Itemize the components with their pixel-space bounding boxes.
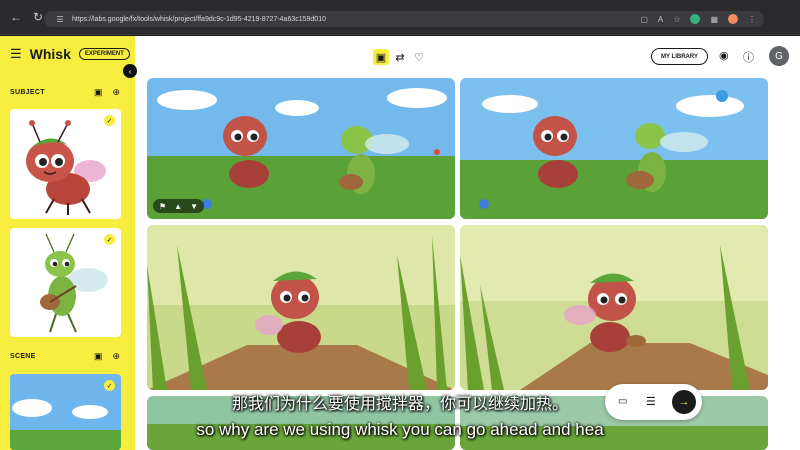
image-actions-bar: ⚑ ▲ ▼ (153, 199, 205, 213)
bookmark-star-icon[interactable]: ☆ (673, 15, 680, 24)
extensions-puzzle-icon[interactable]: ▦ (710, 15, 718, 24)
selected-check-icon[interactable]: ✓ (104, 234, 115, 245)
image-icon[interactable]: ▣ (373, 49, 389, 65)
image-upload-icon[interactable]: ▣ (94, 87, 103, 98)
add-subject-icon[interactable]: ⊕ (112, 87, 120, 98)
help-icon[interactable]: ⓘ (743, 49, 754, 65)
more-menu-icon[interactable]: ⋮ (748, 15, 756, 24)
thumbs-down-icon[interactable]: ▼ (190, 202, 198, 211)
user-avatar[interactable]: G (769, 46, 789, 66)
brand: ☰ Whisk EXPERIMENT (10, 46, 130, 62)
menu-icon[interactable]: ☰ (10, 46, 22, 62)
thumbs-up-icon[interactable]: ▲ (174, 202, 182, 211)
selected-check-icon[interactable]: ✓ (104, 115, 115, 126)
result-image-1[interactable]: ⚑ ▲ ▼ (147, 78, 455, 219)
ant-and-grasshopper-meadow-image (147, 78, 455, 219)
ant-on-grass-path-image (460, 225, 768, 390)
add-scene-icon[interactable]: ⊕ (112, 351, 120, 362)
sidebar: ☰ Whisk EXPERIMENT SUBJECT ▣ ⊕ ✓ ✓ SCENE… (0, 36, 135, 450)
result-image-2[interactable] (460, 78, 768, 219)
result-image-4[interactable] (460, 225, 768, 390)
image-upload-icon[interactable]: ▣ (94, 351, 103, 362)
scene-title: SCENE (10, 353, 36, 360)
subject-card-grasshopper[interactable]: ✓ (10, 228, 121, 337)
site-info-icon[interactable]: ☰ (52, 11, 68, 27)
subject-title: SUBJECT (10, 89, 45, 96)
subject-section-header: SUBJECT ▣ ⊕ (10, 87, 120, 98)
ant-on-grass-path-image (147, 225, 455, 390)
ant-character-image (10, 109, 121, 219)
ant-and-grasshopper-meadow-image (460, 78, 768, 219)
profile-avatar[interactable] (728, 14, 738, 24)
app-name: Whisk (29, 46, 71, 62)
extension-icon[interactable] (690, 14, 701, 24)
english-subtitle: so why are we using whisk you can go ahe… (196, 420, 604, 439)
discord-icon[interactable]: ◉ (719, 49, 729, 62)
top-toolbar: ▣ ⇄ ♡ MY LIBRARY ◉ ⓘ G (135, 36, 800, 78)
scene-section-header: SCENE ▣ ⊕ (10, 351, 120, 362)
result-image-3[interactable] (147, 225, 455, 390)
remix-icon[interactable]: ⇄ (392, 49, 408, 65)
cast-icon[interactable]: ▢ (640, 15, 648, 24)
whisk-app: ☰ Whisk EXPERIMENT SUBJECT ▣ ⊕ ✓ ✓ SCENE… (0, 36, 800, 450)
chinese-subtitle: 那我们为什么要使用搅拌器，你可以继续加热。 (231, 396, 568, 413)
browser-toolbar: ← ↻ ☰ https://labs.google/fx/tools/whisk… (0, 0, 800, 35)
flag-icon[interactable]: ⚑ (159, 202, 166, 211)
experiment-badge: EXPERIMENT (78, 48, 130, 60)
grasshopper-character-image (10, 228, 121, 337)
back-icon[interactable]: ← (8, 9, 24, 25)
my-library-button[interactable]: MY LIBRARY (651, 48, 709, 65)
subject-card-ant[interactable]: ✓ (10, 109, 121, 219)
collapse-sidebar-button[interactable]: ‹ (123, 64, 137, 78)
reader-mode-icon[interactable]: A (658, 15, 663, 24)
favorite-heart-icon[interactable]: ♡ (411, 49, 427, 65)
url-text: https://labs.google/fx/tools/whisk/proje… (72, 15, 326, 23)
address-bar[interactable]: ☰ https://labs.google/fx/tools/whisk/pro… (44, 11, 764, 27)
